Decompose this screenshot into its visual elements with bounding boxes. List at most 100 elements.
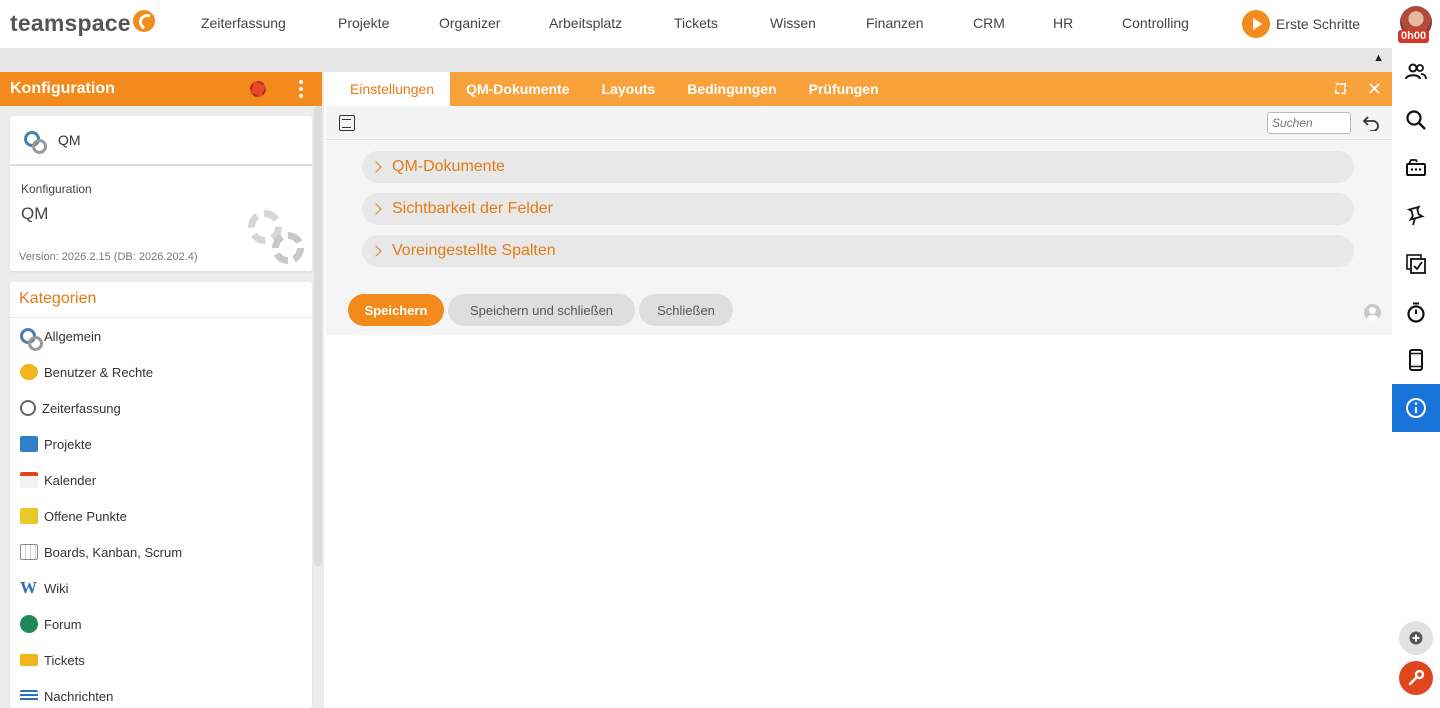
section-qm-dokumente[interactable]: QM-Dokumente [362,151,1354,183]
nav-arbeitsplatz[interactable]: Arbeitsplatz [549,15,622,31]
category-benutzer-rechte[interactable]: Benutzer & Rechte [10,354,312,390]
time-tracking-badge[interactable]: 0h00 [1398,30,1430,43]
tab-qm-dokumente[interactable]: QM-Dokumente [450,72,585,106]
category-forum[interactable]: Forum [10,606,312,642]
category-kalender[interactable]: Kalender [10,462,312,498]
section-sichtbarkeit-felder[interactable]: Sichtbarkeit der Felder [362,193,1354,225]
categories-title: Kategorien [10,282,312,318]
settings-form-icon[interactable] [339,115,355,131]
person-icon[interactable] [1364,304,1381,321]
configuration-header: Konfiguration [0,72,322,106]
nav-hr[interactable]: HR [1053,15,1073,31]
chevron-right-icon [370,203,382,215]
category-wiki[interactable]: W Wiki [10,570,312,606]
inbox-icon [1406,159,1426,176]
nav-wissen[interactable]: Wissen [770,15,816,31]
contacts-button[interactable] [1392,48,1440,96]
stopwatch-icon [20,400,36,416]
inbox-button[interactable] [1392,144,1440,192]
category-label: Zeiterfassung [42,400,121,416]
category-label: Kalender [44,472,97,488]
left-scrollbar[interactable] [314,106,322,566]
more-options-icon[interactable] [298,80,304,98]
logo-mark-icon [132,9,155,32]
ticket-icon [20,654,38,666]
debug-icon[interactable] [250,81,266,97]
search-input[interactable] [1267,112,1351,134]
category-zeiterfassung[interactable]: Zeiterfassung [10,390,312,426]
qm-card-sub-label: Konfiguration [21,182,92,196]
wrench-icon [1408,669,1425,686]
top-navigation: teamspace Zeiterfassung Projekte Organiz… [0,0,1440,48]
tab-layouts[interactable]: Layouts [586,72,672,106]
board-icon [20,544,38,560]
nav-zeiterfassung[interactable]: Zeiterfassung [201,15,286,31]
plus-circle-icon [1409,631,1423,645]
contacts-icon [1405,63,1427,80]
tab-pruefungen[interactable]: Prüfungen [793,72,895,106]
settings-tools-button[interactable] [1399,661,1433,695]
stopwatch-button[interactable] [1392,288,1440,336]
section-voreingestellte-spalten[interactable]: Voreingestellte Spalten [362,235,1354,267]
mobile-button[interactable] [1392,336,1440,384]
close-icon[interactable]: ✕ [1367,80,1382,98]
teamspace-logo[interactable]: teamspace [10,9,155,37]
gears-icon [24,131,47,154]
category-label: Boards, Kanban, Scrum [44,544,183,560]
qm-card-big-label: QM [21,204,49,223]
folder-icon [20,436,38,452]
pin-icon [1406,205,1425,226]
collapse-strip: ▲ [0,48,1392,72]
category-label: Wiki [44,580,69,596]
close-button[interactable]: Schließen [639,294,733,326]
category-boards[interactable]: Boards, Kanban, Scrum [10,534,312,570]
section-label: QM-Dokumente [392,158,505,175]
tab-einstellungen[interactable]: Einstellungen [326,72,451,106]
tab-bedingungen[interactable]: Bedingungen [671,72,792,106]
gears-icon [20,328,43,351]
category-allgemein[interactable]: Allgemein [10,318,312,354]
nav-crm[interactable]: CRM [973,15,1005,31]
info-button[interactable] [1392,384,1440,432]
search-button[interactable] [1392,96,1440,144]
maximize-icon[interactable] [1335,83,1346,94]
chevron-right-icon [370,245,382,257]
nav-controlling[interactable]: Controlling [1122,15,1189,31]
nav-tickets[interactable]: Tickets [674,15,718,31]
logo-text: teamspace [10,10,131,36]
first-steps-button[interactable]: Erste Schritte [1242,10,1360,38]
category-tickets[interactable]: Tickets [10,642,312,678]
pin-button[interactable] [1392,192,1440,240]
tab-bar: Einstellungen QM-Dokumente Layouts Bedin… [326,72,1392,106]
section-label: Voreingestellte Spalten [392,242,556,259]
category-label: Tickets [44,652,85,668]
users-icon [20,364,38,380]
nav-finanzen[interactable]: Finanzen [866,15,924,31]
save-and-close-button[interactable]: Speichern und schließen [448,294,635,326]
category-label: Benutzer & Rechte [44,364,154,380]
undo-icon[interactable] [1362,115,1380,131]
tasks-button[interactable] [1392,240,1440,288]
category-label: Nachrichten [44,688,114,704]
category-projekte[interactable]: Projekte [10,426,312,462]
stopwatch-icon [1407,302,1425,323]
main-panel: Einstellungen QM-Dokumente Layouts Bedin… [326,72,1392,708]
calendar-icon [20,472,38,488]
version-text: Version: 2026.2.15 (DB: 2026.202.4) [19,251,198,263]
chevron-right-icon [370,161,382,173]
category-offene-punkte[interactable]: Offene Punkte [10,498,312,534]
category-label: Allgemein [44,328,102,344]
collapse-up-icon[interactable]: ▲ [1373,52,1384,64]
category-nachrichten[interactable]: Nachrichten [10,678,312,708]
categories-card: Kategorien Allgemein Benutzer & Rechte Z… [10,282,312,708]
qm-module-card: QM Konfiguration QM Version: 2026.2.15 (… [10,116,312,271]
large-gears-icon [246,210,308,268]
qm-module-header[interactable]: QM [10,116,312,166]
tasks-icon [1406,254,1426,274]
category-label: Offene Punkte [44,508,127,524]
nav-organizer[interactable]: Organizer [439,15,500,31]
add-widget-button[interactable] [1399,621,1433,655]
first-steps-label: Erste Schritte [1276,16,1361,32]
save-button[interactable]: Speichern [348,294,444,326]
nav-projekte[interactable]: Projekte [338,15,389,31]
